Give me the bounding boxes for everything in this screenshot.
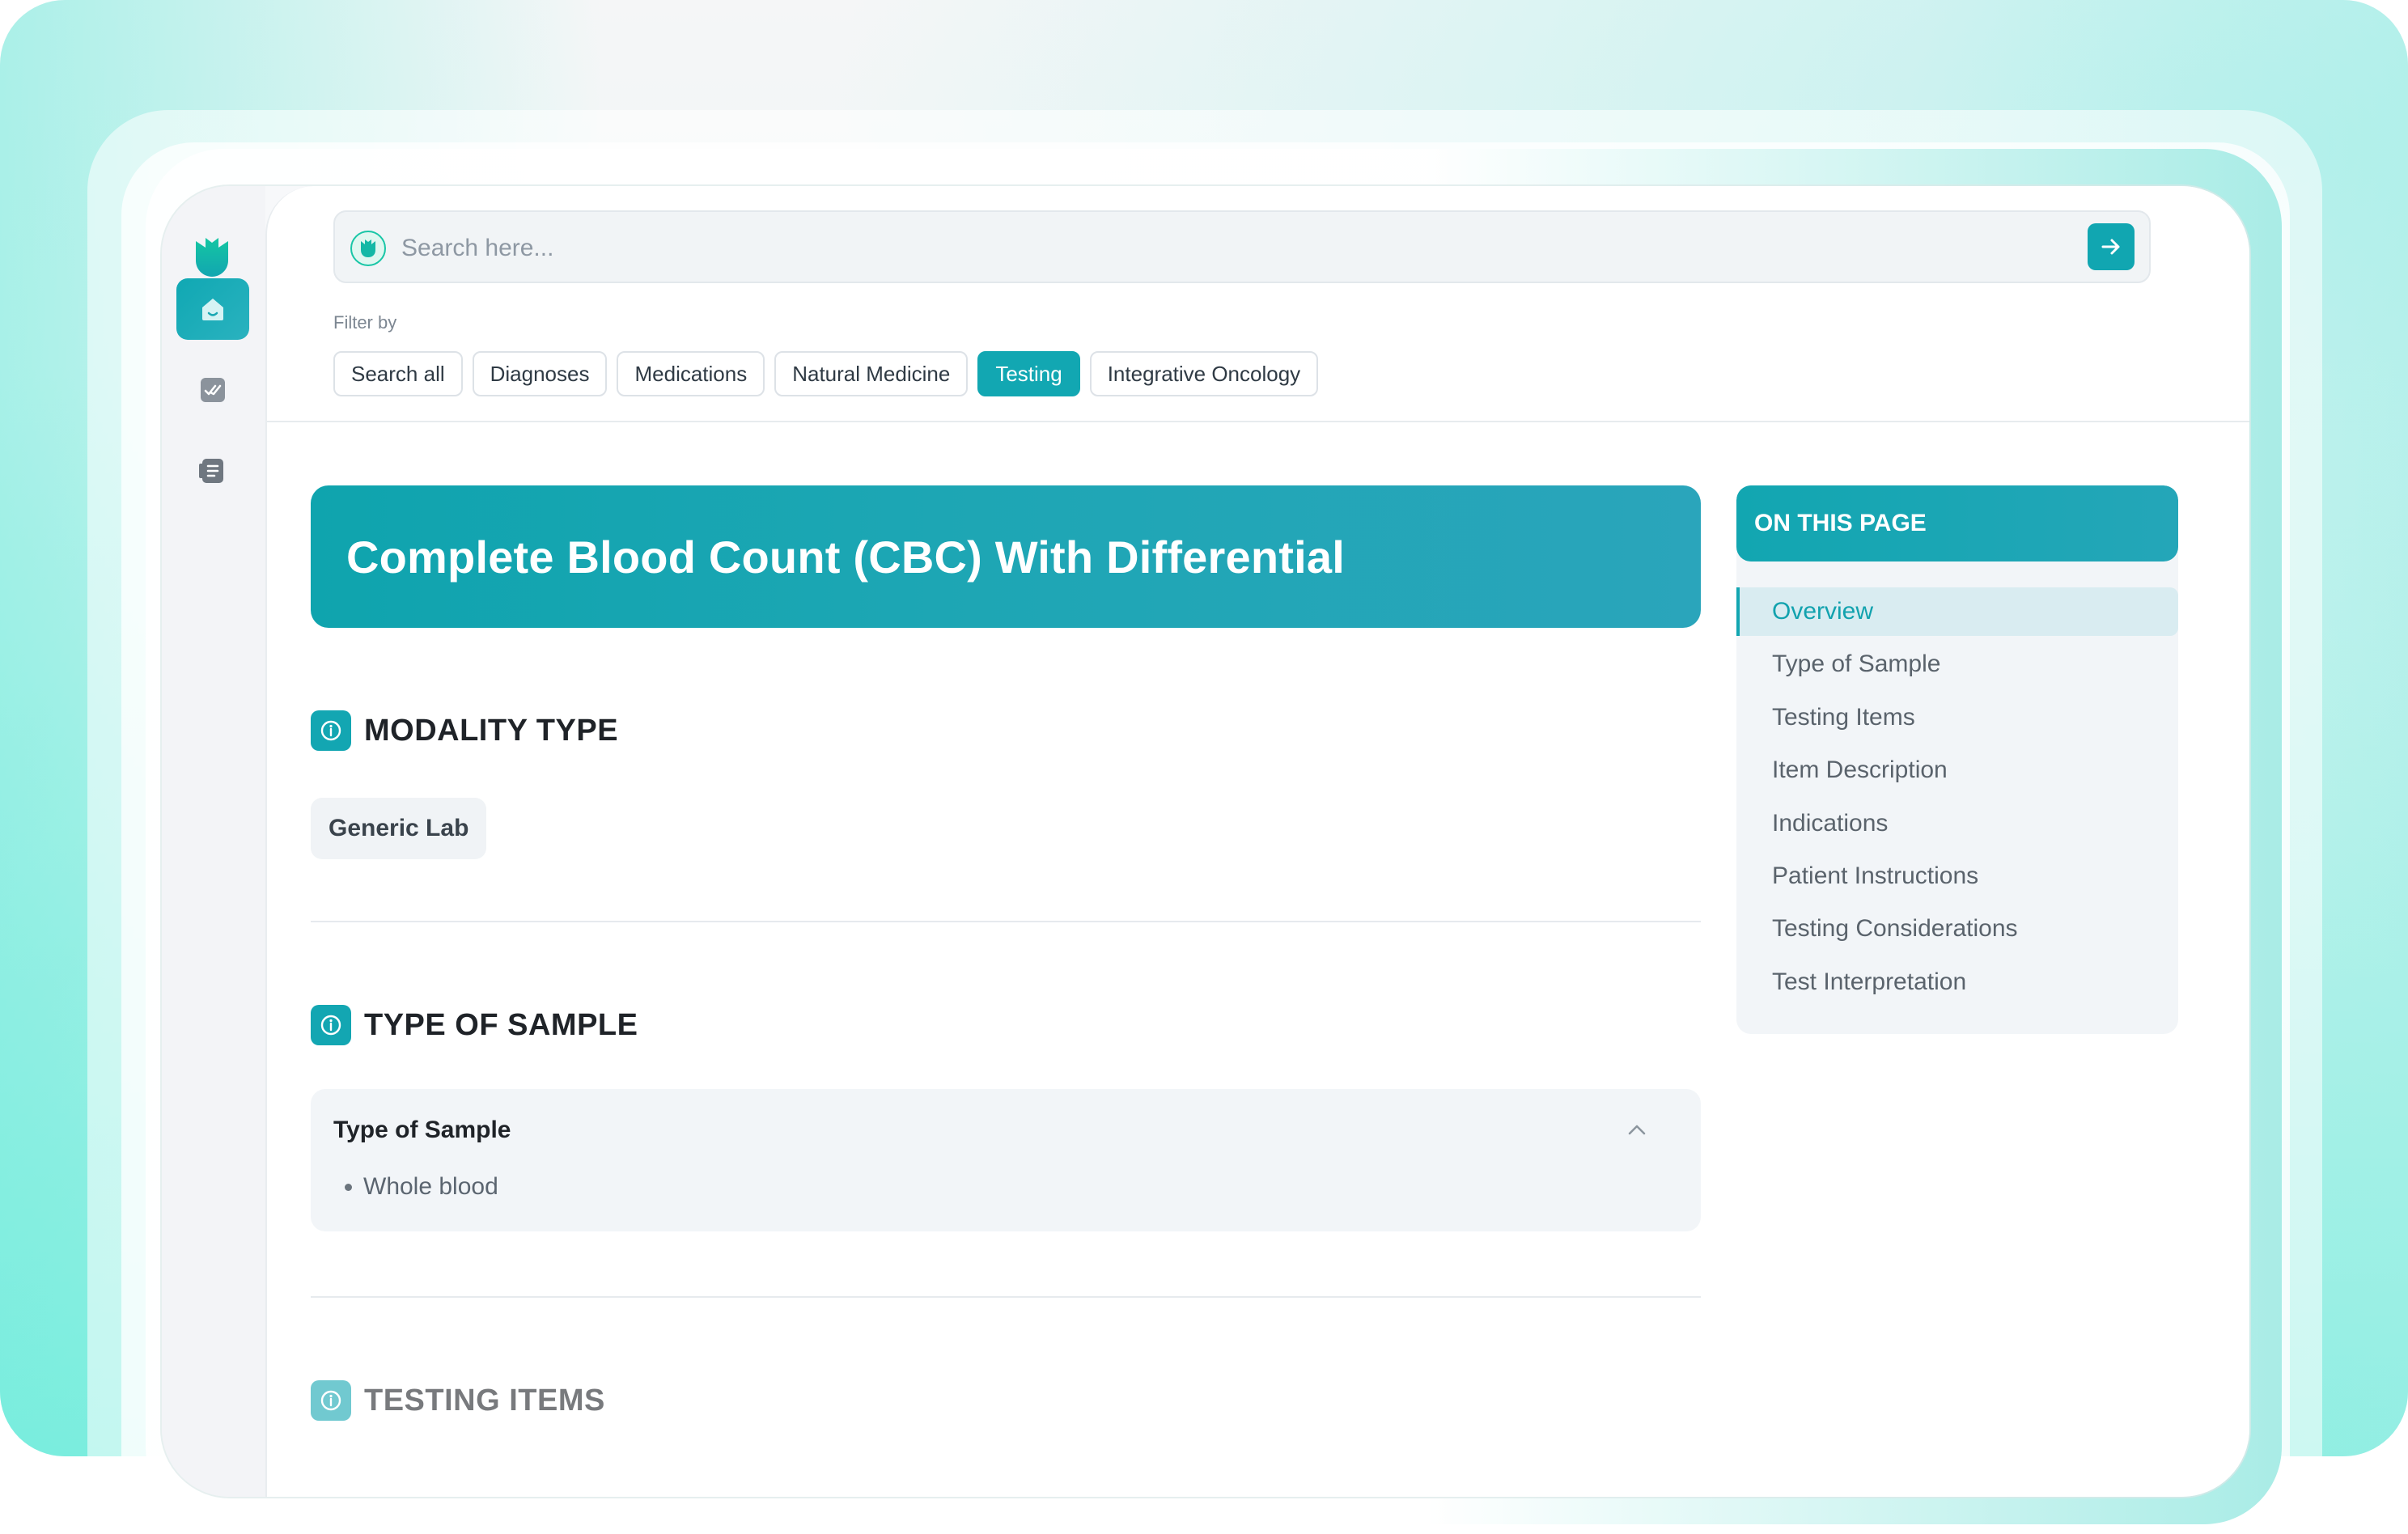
- filter-chip-diagnoses[interactable]: Diagnoses: [472, 351, 608, 396]
- document-icon[interactable]: [176, 440, 249, 502]
- page-title-banner: Complete Blood Count (CBC) With Differen…: [311, 485, 1701, 628]
- app-window: Filter by Search all Diagnoses Medicatio…: [162, 186, 2249, 1497]
- toc-item-type-of-sample[interactable]: Type of Sample: [1736, 640, 2178, 689]
- section-modality-type: MODALITY TYPE: [311, 710, 618, 751]
- section-testing-items: TESTING ITEMS: [311, 1380, 605, 1421]
- info-icon: [311, 1380, 351, 1421]
- section-title: TESTING ITEMS: [364, 1383, 605, 1417]
- on-this-page: ON THIS PAGE Overview Type of Sample Tes…: [1736, 485, 2178, 1034]
- info-icon: [311, 1005, 351, 1045]
- divider: [311, 1296, 1701, 1298]
- filter-label: Filter by: [333, 312, 397, 333]
- section-type-of-sample: TYPE OF SAMPLE: [311, 1005, 638, 1045]
- search-submit-button[interactable]: [2088, 223, 2135, 270]
- logo-icon[interactable]: [193, 236, 231, 278]
- toc-item-indications[interactable]: Indications: [1736, 799, 2178, 848]
- toc-heading: ON THIS PAGE: [1736, 485, 2178, 561]
- accordion-title: Type of Sample: [333, 1117, 511, 1143]
- home-icon[interactable]: [176, 278, 249, 340]
- sidebar-rail: [162, 186, 265, 1497]
- search-input[interactable]: [400, 223, 2037, 273]
- search-bar[interactable]: [333, 210, 2151, 283]
- toc-item-patient-instructions[interactable]: Patient Instructions: [1736, 852, 2178, 900]
- toc-item-testing-considerations[interactable]: Testing Considerations: [1736, 905, 2178, 953]
- list-item: Whole blood: [345, 1173, 498, 1201]
- sample-accordion[interactable]: Type of Sample Whole blood: [311, 1089, 1701, 1231]
- modality-tag: Generic Lab: [311, 798, 487, 859]
- search-header: Filter by Search all Diagnoses Medicatio…: [267, 186, 2249, 422]
- toc-list: Overview Type of Sample Testing Items It…: [1736, 587, 2178, 1011]
- arrow-right-icon: [2101, 239, 2120, 255]
- filter-chip-testing[interactable]: Testing: [977, 351, 1080, 396]
- section-title: TYPE OF SAMPLE: [364, 1007, 638, 1042]
- list-item-text: Whole blood: [363, 1173, 498, 1200]
- toc-item-testing-items[interactable]: Testing Items: [1736, 693, 2178, 742]
- filter-chip-integrative-oncology[interactable]: Integrative Oncology: [1089, 351, 1319, 396]
- section-title: MODALITY TYPE: [364, 713, 619, 748]
- filter-chip-search-all[interactable]: Search all: [333, 351, 463, 396]
- toc-item-item-description[interactable]: Item Description: [1736, 746, 2178, 795]
- toc-item-overview[interactable]: Overview: [1736, 587, 2178, 636]
- info-icon: [311, 710, 351, 751]
- page-title: Complete Blood Count (CBC) With Differen…: [346, 531, 1345, 583]
- main-panel: Filter by Search all Diagnoses Medicatio…: [265, 186, 2249, 1497]
- filter-chips: Search all Diagnoses Medications Natural…: [333, 351, 1319, 396]
- filter-chip-medications[interactable]: Medications: [617, 351, 765, 396]
- divider: [311, 921, 1701, 922]
- toc-item-test-interpretation[interactable]: Test Interpretation: [1736, 958, 2178, 1006]
- filter-chip-natural-medicine[interactable]: Natural Medicine: [774, 351, 969, 396]
- bullet: [345, 1183, 352, 1191]
- checklist-icon[interactable]: [176, 359, 249, 421]
- chevron-up-icon[interactable]: [1623, 1117, 1651, 1144]
- search-logo-icon: [350, 230, 387, 267]
